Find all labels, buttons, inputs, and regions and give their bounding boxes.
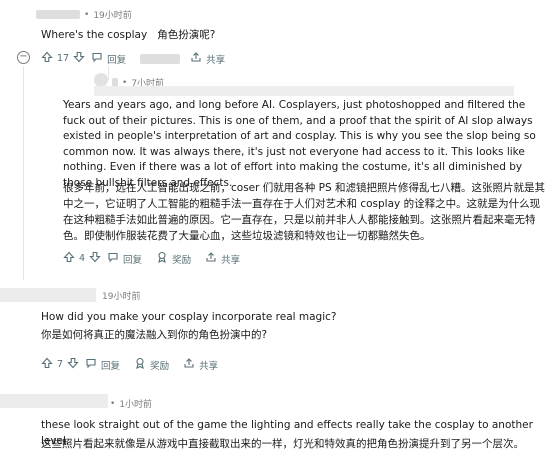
comment-3-text-cn: 你是如何将真正的魔法融入到你的角色扮演中的? [41,329,268,341]
comment-3-text-en: How did you make your cosplay incorporat… [41,311,337,323]
avatar[interactable] [94,73,108,87]
share-icon [190,51,202,66]
arrow-up-icon[interactable] [41,51,53,66]
comment-4-time: 1小时前 [119,400,153,410]
redacted-region [0,288,96,302]
comment-1-text-en: Where's the cosplay [41,29,148,41]
arrow-down-icon[interactable] [67,357,79,372]
reply-label: 回复 [101,360,121,372]
arrow-down-icon[interactable] [89,251,101,266]
share-button[interactable]: 共享 [183,357,218,372]
vote-count: 17 [57,53,70,64]
comment-1-time: 19小时前 [93,11,132,21]
arrow-up-icon[interactable] [41,357,53,372]
vote-count: 7 [57,359,64,370]
comment-3-actions: 7 回复 奖励 共享 [41,357,232,372]
award-icon [134,357,146,372]
vote-group: 17 [41,51,85,66]
username-redacted[interactable] [36,10,80,19]
arrow-down-icon[interactable] [73,51,85,66]
comment-4-text-cn: 这些照片看起来就像是从游戏中直接截取出来的一样，灯光和特效真的把角色扮演提升到了… [41,438,524,450]
comment-bubble-icon [85,357,97,372]
comment-3-time: 19小时前 [102,292,141,302]
comment-bubble-icon [91,51,103,66]
vote-group: 7 [41,357,79,372]
share-button[interactable]: 共享 [190,51,225,66]
award-button[interactable]: 奖励 [134,357,169,372]
reply-button[interactable]: 回复 [107,251,142,266]
collapse-thread-button[interactable]: − [17,51,30,64]
comment-1-meta: • 19小时前 [36,8,132,21]
comment-3-meta: 19小时前 [102,289,140,302]
comment-1-text-cn: 角色扮演呢? [157,29,216,41]
redacted-region [0,394,108,408]
vote-group: 4 [63,251,101,266]
minus-icon: − [19,51,28,62]
share-label: 共享 [199,360,219,372]
award-button[interactable]: 奖励 [156,251,191,266]
award-label: 奖励 [150,360,170,372]
reply-label: 回复 [123,254,143,266]
comment-2-text-cn: 很多年前，远在人工智能出现之前，coser 们就用各种 PS 和滤镜把照片修得乱… [63,182,545,242]
award-label: 奖励 [172,254,192,266]
redacted-region [94,86,514,96]
award-button-redacted[interactable] [140,53,181,64]
arrow-up-icon[interactable] [63,251,75,266]
share-icon [183,357,195,372]
comment-1-actions: 17 回复 共享 [41,51,239,66]
reply-button[interactable]: 回复 [91,51,126,66]
comment-2-actions: 4 回复 奖励 共享 [63,251,254,266]
share-button[interactable]: 共享 [205,251,240,266]
comment-bubble-icon [107,251,119,266]
reply-button[interactable]: 回复 [85,357,120,372]
share-label: 共享 [206,54,226,66]
comment-2-text-en: Years and years ago, and long before AI.… [63,99,536,189]
reply-label: 回复 [107,54,127,66]
comment-4-meta: • 1小时前 [110,398,153,411]
share-label: 共享 [221,254,241,266]
vote-count: 4 [79,253,86,264]
share-icon [205,251,217,266]
award-icon [156,251,168,266]
comment-1-body: Where's the cosplay 角色扮演呢? [41,28,215,44]
